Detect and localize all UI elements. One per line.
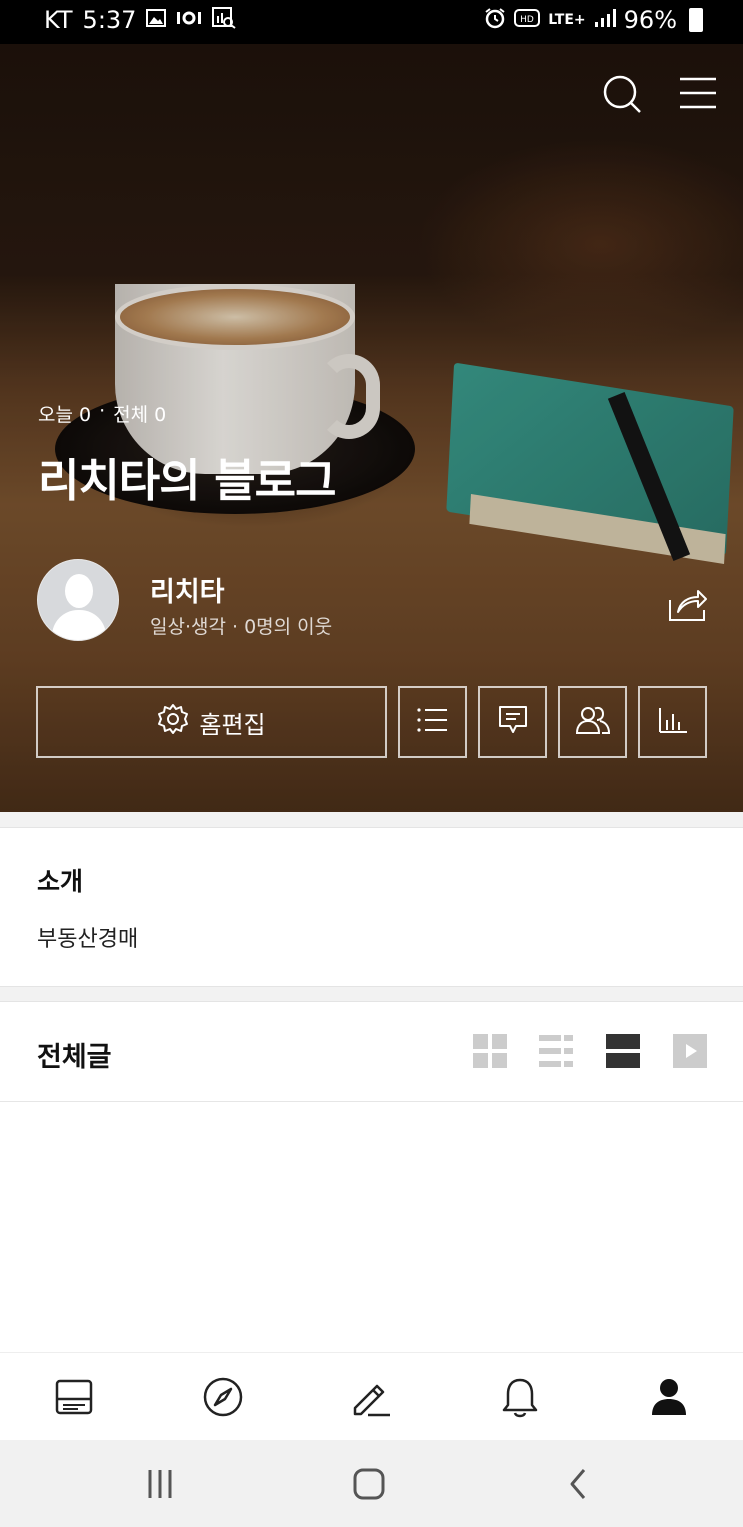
grid-view-icon[interactable] xyxy=(473,1034,507,1068)
posts-header: 전체글 xyxy=(0,1002,743,1102)
clock: 5:37 xyxy=(82,6,137,34)
recent-apps-icon[interactable] xyxy=(142,1466,182,1502)
video-view-icon[interactable] xyxy=(673,1034,707,1068)
status-bar-left: KT 5:37 xyxy=(44,6,237,34)
avatar[interactable] xyxy=(37,559,119,641)
stats-separator: · xyxy=(99,400,106,422)
avatar-head xyxy=(65,574,93,608)
status-bar: KT 5:37 HD LTE+ 96% xyxy=(0,0,743,44)
profile-icon[interactable] xyxy=(647,1375,691,1419)
stats-notification-icon xyxy=(212,7,237,33)
comment-icon xyxy=(497,704,529,740)
compass-icon[interactable] xyxy=(201,1375,245,1419)
intro-title: 소개 xyxy=(37,867,84,896)
bottom-navigation xyxy=(0,1352,743,1440)
system-navigation-bar xyxy=(0,1440,743,1527)
stats-icon xyxy=(658,706,688,738)
back-icon[interactable] xyxy=(560,1466,600,1502)
list-icon xyxy=(416,707,449,737)
home-icon[interactable] xyxy=(349,1466,389,1502)
section-divider xyxy=(0,986,743,1002)
home-edit-button[interactable]: 홈편집 xyxy=(36,686,387,758)
lte-icon: LTE+ xyxy=(548,12,586,28)
gallery-notification-icon xyxy=(146,9,167,31)
battery-percent: 96% xyxy=(623,6,677,34)
write-icon[interactable] xyxy=(350,1375,394,1419)
ioi-notification-icon xyxy=(176,10,202,30)
avatar-body xyxy=(52,610,106,640)
gear-icon xyxy=(157,703,189,741)
feed-icon[interactable] xyxy=(52,1375,96,1419)
posts-title: 전체글 xyxy=(37,1042,112,1073)
total-count: 전체 0 xyxy=(113,404,167,426)
share-icon[interactable] xyxy=(668,586,708,622)
today-count: 오늘 0 xyxy=(38,404,92,426)
section-divider xyxy=(0,812,743,828)
category-list-button[interactable] xyxy=(398,686,467,758)
card-view-icon[interactable] xyxy=(606,1034,640,1068)
neighbors-icon xyxy=(575,705,610,739)
battery-icon xyxy=(689,8,703,32)
svg-text:HD: HD xyxy=(520,15,534,25)
visitor-stats: 오늘 0 · 전체 0 xyxy=(38,400,166,427)
signal-icon xyxy=(594,8,616,32)
carrier-label: KT xyxy=(44,6,73,34)
status-bar-right: HD LTE+ 96% xyxy=(484,6,703,34)
alarm-icon xyxy=(484,7,506,33)
intro-text: 부동산경매 xyxy=(37,927,139,952)
hd-voice-icon: HD xyxy=(514,9,541,31)
neighbors-button[interactable] xyxy=(558,686,627,758)
search-icon[interactable] xyxy=(602,74,642,114)
bell-icon[interactable] xyxy=(498,1375,542,1419)
list-view-icon[interactable] xyxy=(539,1034,573,1068)
home-edit-label: 홈편집 xyxy=(199,710,266,739)
profile-meta: 일상·생각 · 0명의 이웃 xyxy=(150,616,333,638)
intro-section: 소개 부동산경매 xyxy=(0,828,743,986)
statistics-button[interactable] xyxy=(638,686,707,758)
profile-name[interactable]: 리치타 xyxy=(150,570,225,609)
blog-cover: 오늘 0 · 전체 0 리치타의 블로그 리치타 일상·생각 · 0명의 이웃 … xyxy=(0,44,743,812)
menu-icon[interactable] xyxy=(680,76,716,110)
guestbook-button[interactable] xyxy=(478,686,547,758)
blog-title: 리치타의 블로그 xyxy=(38,454,336,507)
